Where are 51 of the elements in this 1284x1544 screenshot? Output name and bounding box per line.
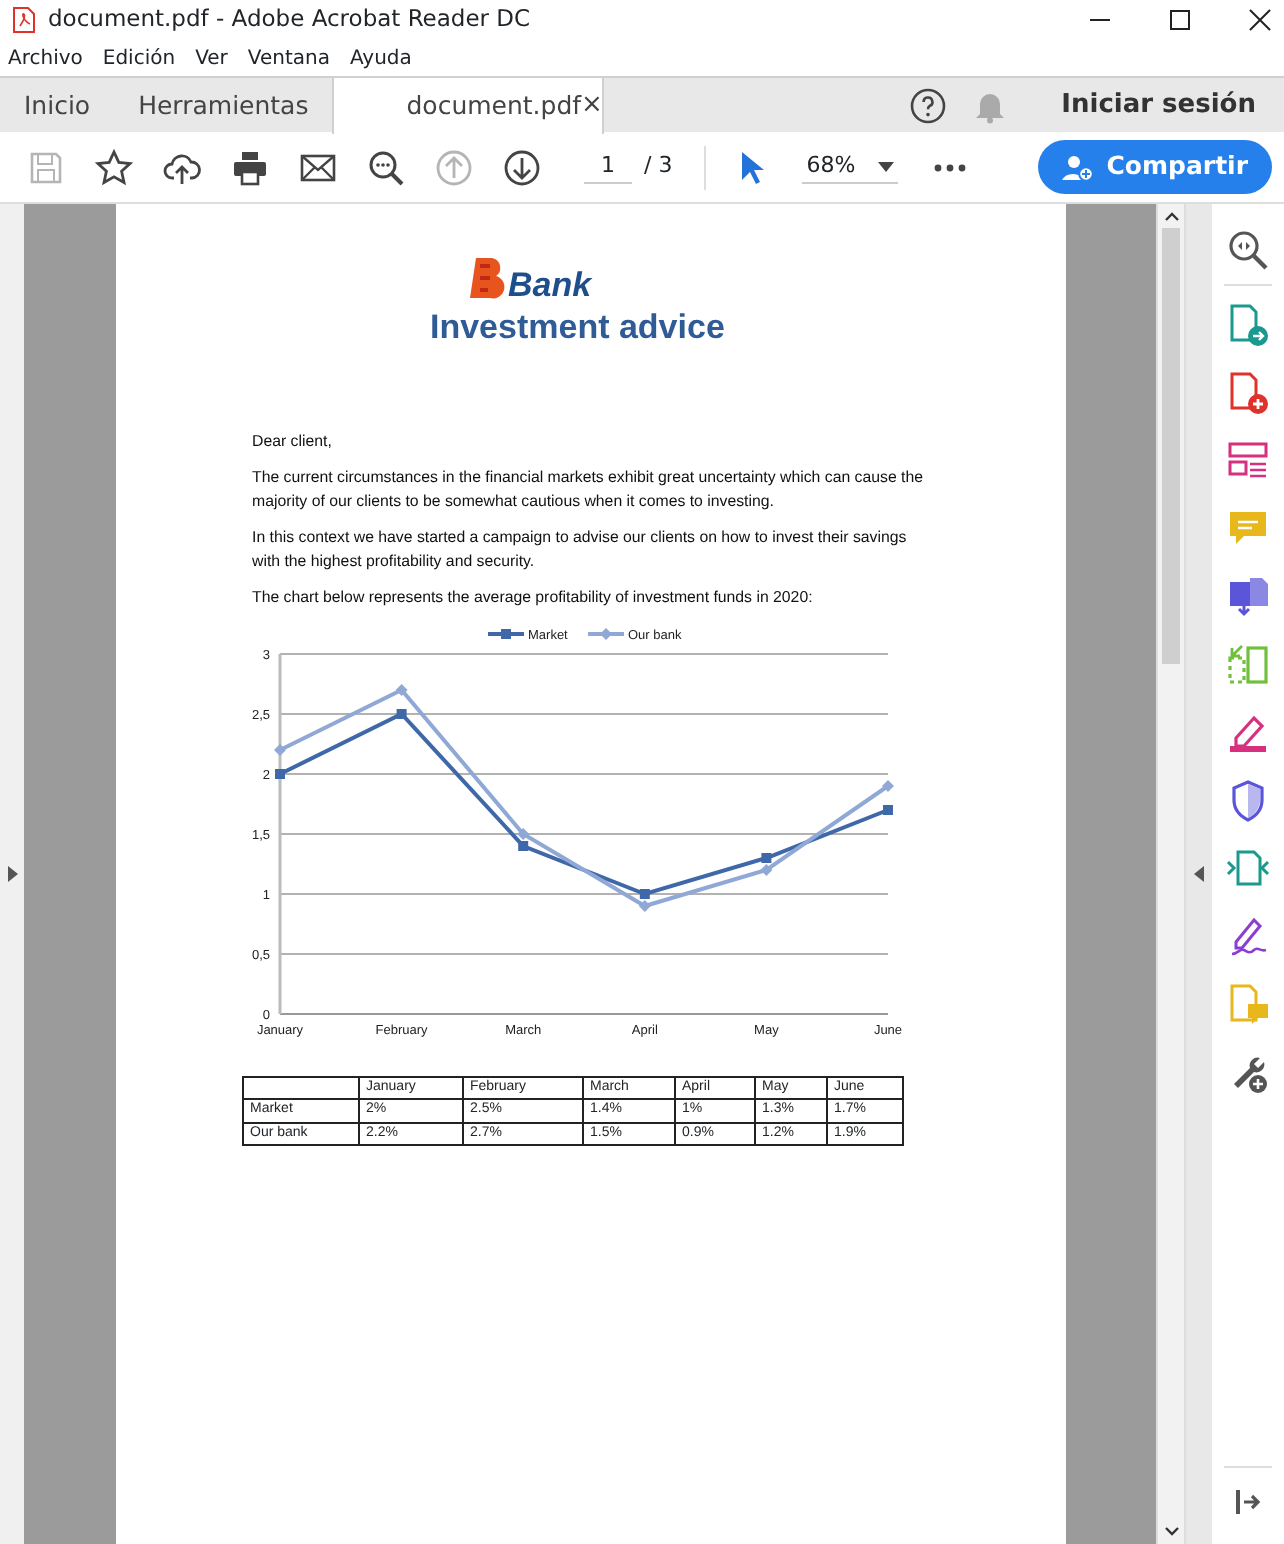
star-icon[interactable] [94,147,134,187]
panel-collapse-icon[interactable] [1234,1488,1262,1516]
help-icon[interactable] [909,87,946,123]
logo-text: Bank [508,268,592,302]
close-icon[interactable] [1248,8,1272,32]
zoom-icon[interactable] [366,147,406,187]
legend-swatch [488,628,524,638]
logo-icon [464,254,508,302]
menu-item[interactable]: Ayuda [349,43,412,73]
data-point [395,683,408,695]
menu-item[interactable]: Ventana [247,43,330,73]
add-user-icon [1062,153,1095,181]
close-tab-button[interactable]: × [581,86,603,126]
menu-item[interactable]: Ver [195,43,228,73]
signature-icon[interactable] [1226,914,1270,958]
printer-icon[interactable] [230,147,270,187]
menu-item[interactable]: Archivo [8,43,83,73]
expand-panel-icon[interactable] [7,866,17,882]
cursor-icon[interactable] [738,149,767,185]
scrollbar-thumb[interactable] [1162,228,1180,664]
menu-item[interactable]: Edición [102,43,176,73]
window-title: document.pdf - Adobe Acrobat Reader DC [48,2,531,37]
document-plus-icon[interactable] [1226,370,1270,414]
pen-icon[interactable] [1226,710,1270,754]
caret-icon [878,161,895,171]
arrow-down-icon[interactable] [502,147,542,187]
data-point [274,743,286,755]
document-title: Investment advice [430,306,727,350]
data-point [275,768,285,778]
sign-in-link[interactable]: Iniciar sesión [1061,85,1256,125]
form-layout-icon[interactable] [1226,438,1270,482]
collapse-panel-icon[interactable] [1194,866,1204,882]
more-icon[interactable] [934,163,967,171]
document-convert-icon[interactable] [1226,574,1270,618]
document-arrow-icon[interactable] [1226,302,1270,346]
pdf-file-icon [12,6,36,34]
maximize-icon[interactable] [1168,8,1192,32]
zoom-dropdown[interactable]: 68% [802,149,899,185]
zoom-icon[interactable] [1226,228,1270,272]
data-point [396,708,407,718]
tab[interactable]: Inicio [0,78,115,134]
page-total: / 3 [644,150,673,183]
tab[interactable]: Herramientas [114,78,333,134]
data-point [882,779,894,791]
document-compress-icon[interactable] [1226,846,1270,890]
share-button[interactable]: Compartir [1038,140,1272,194]
legend-swatch [588,627,624,639]
shield-icon[interactable] [1226,778,1270,822]
tab[interactable]: document.pdf× [332,78,605,134]
page-number-field[interactable]: 1 [584,149,632,185]
data-point [883,804,893,814]
